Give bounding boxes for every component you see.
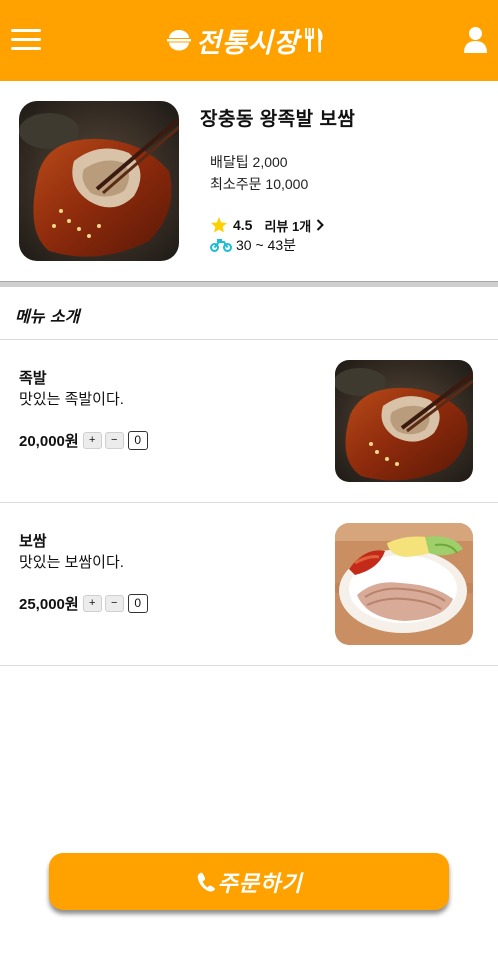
menu-item-price-row: 20,000원 + − 0 [19, 430, 148, 450]
logo-text: 전통시장 [196, 27, 300, 59]
hamburger-menu-icon[interactable] [11, 29, 41, 51]
menu-item-image [335, 523, 473, 645]
delivery-time: 30 ~ 43분 [236, 237, 296, 253]
review-link[interactable]: 리뷰 1개 [264, 216, 325, 235]
order-button-label: 주문하기 [217, 870, 303, 897]
store-image [19, 101, 179, 261]
hamburger-line [11, 29, 41, 32]
menu-item-name: 보쌈 [19, 533, 47, 550]
menu-item-image [335, 360, 473, 482]
app-header: 전통시장 [0, 0, 498, 81]
menu-item-name: 족발 [19, 370, 47, 387]
menu-item-price: 25,000원 [19, 595, 79, 613]
rating-value: 4.5 [233, 217, 253, 233]
divider [0, 502, 498, 503]
utensils-icon [305, 28, 323, 53]
order-button[interactable]: 주문하기 [49, 853, 449, 910]
phone-icon [197, 872, 215, 891]
store-name: 장충동 왕족발 보쌈 [200, 109, 356, 130]
motorcycle-icon [210, 239, 232, 252]
bowl-icon [167, 30, 191, 51]
rating-row: 4.5 리뷰 1개 [210, 216, 325, 234]
star-icon [210, 217, 228, 233]
delivery-fee: 배달팁 2,000 [210, 154, 288, 170]
hamburger-line [11, 47, 41, 50]
menu-item-price: 20,000원 [19, 432, 79, 450]
quantity-display: 0 [127, 430, 148, 450]
decrease-quantity-button[interactable]: − [104, 431, 124, 449]
divider [0, 665, 498, 666]
increase-quantity-button[interactable]: + [82, 431, 102, 449]
section-divider [0, 281, 498, 287]
review-link-label: 리뷰 1개 [264, 218, 312, 234]
decrease-quantity-button[interactable]: − [104, 594, 124, 612]
hamburger-line [11, 38, 41, 41]
increase-quantity-button[interactable]: + [82, 594, 102, 612]
user-icon[interactable] [463, 26, 488, 54]
menu-item-description: 맛있는 족발이다. [19, 391, 124, 408]
minimum-order: 최소주문 10,000 [210, 176, 309, 192]
chevron-right-icon [316, 219, 325, 231]
delivery-time-row: 30 ~ 43분 [210, 236, 296, 254]
menu-section-title: 메뉴 소개 [15, 307, 80, 326]
menu-item-description: 맛있는 보쌈이다. [19, 554, 124, 571]
menu-item-price-row: 25,000원 + − 0 [19, 593, 148, 613]
quantity-display: 0 [127, 593, 148, 613]
app-logo[interactable]: 전통시장 [166, 22, 325, 59]
divider [0, 339, 498, 340]
